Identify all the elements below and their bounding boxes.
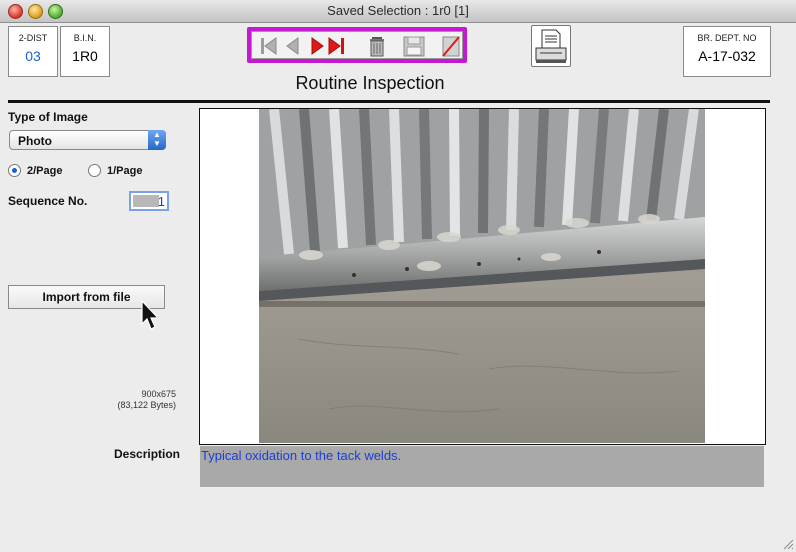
radio-2-per-page[interactable] (8, 164, 21, 177)
save-disk-icon[interactable] (402, 35, 426, 57)
description-field[interactable]: Typical oxidation to the tack welds. (200, 446, 764, 487)
chevron-updown-icon: ▲ ▼ (148, 130, 166, 150)
record-navigation-bar (247, 27, 467, 63)
bin-box: B.I.N. 1R0 (60, 26, 110, 77)
header-divider (8, 100, 770, 103)
type-of-image-select[interactable]: Photo ▲ ▼ (9, 130, 166, 150)
bin-label: B.I.N. (73, 33, 97, 43)
type-of-image-label: Type of Image (8, 110, 88, 124)
previous-record-icon[interactable] (282, 35, 304, 57)
first-record-icon[interactable] (258, 35, 280, 57)
bin-value: 1R0 (72, 48, 98, 64)
last-record-icon[interactable] (326, 35, 348, 57)
image-file-size: (83,122 Bytes) (117, 400, 176, 410)
inspection-photo (259, 109, 705, 443)
type-of-image-value: Photo (18, 134, 52, 148)
br-dept-box: BR. DEPT. NO A-17-032 (683, 26, 771, 77)
district-label: 2-DIST (18, 33, 48, 43)
next-record-icon[interactable] (306, 35, 328, 57)
br-dept-value: A-17-032 (698, 48, 756, 64)
district-box: 2-DIST 03 (8, 26, 58, 77)
radio-2-per-page-label: 2/Page (27, 165, 63, 177)
print-icon (535, 29, 567, 63)
print-button[interactable] (531, 25, 571, 67)
cancel-edit-icon[interactable] (440, 35, 462, 57)
resize-grip-icon[interactable] (782, 538, 794, 550)
description-label: Description (114, 447, 181, 461)
sequence-label: Sequence No. (8, 194, 88, 208)
br-dept-label: BR. DEPT. NO (697, 33, 757, 43)
window-title: Saved Selection : 1r0 [1] (327, 3, 469, 18)
radio-1-per-page-label: 1/Page (107, 165, 143, 177)
radio-1-per-page[interactable] (88, 164, 101, 177)
sequence-value: 1 (157, 194, 165, 209)
district-value: 03 (25, 48, 41, 64)
image-dimensions: 900x675 (141, 389, 176, 399)
pointer-cursor-icon (141, 300, 160, 330)
trash-icon[interactable] (366, 35, 388, 57)
sequence-input[interactable]: 1 (129, 191, 169, 211)
page-title: Routine Inspection (295, 73, 445, 93)
window-titlebar: Saved Selection : 1r0 [1] (0, 0, 796, 23)
